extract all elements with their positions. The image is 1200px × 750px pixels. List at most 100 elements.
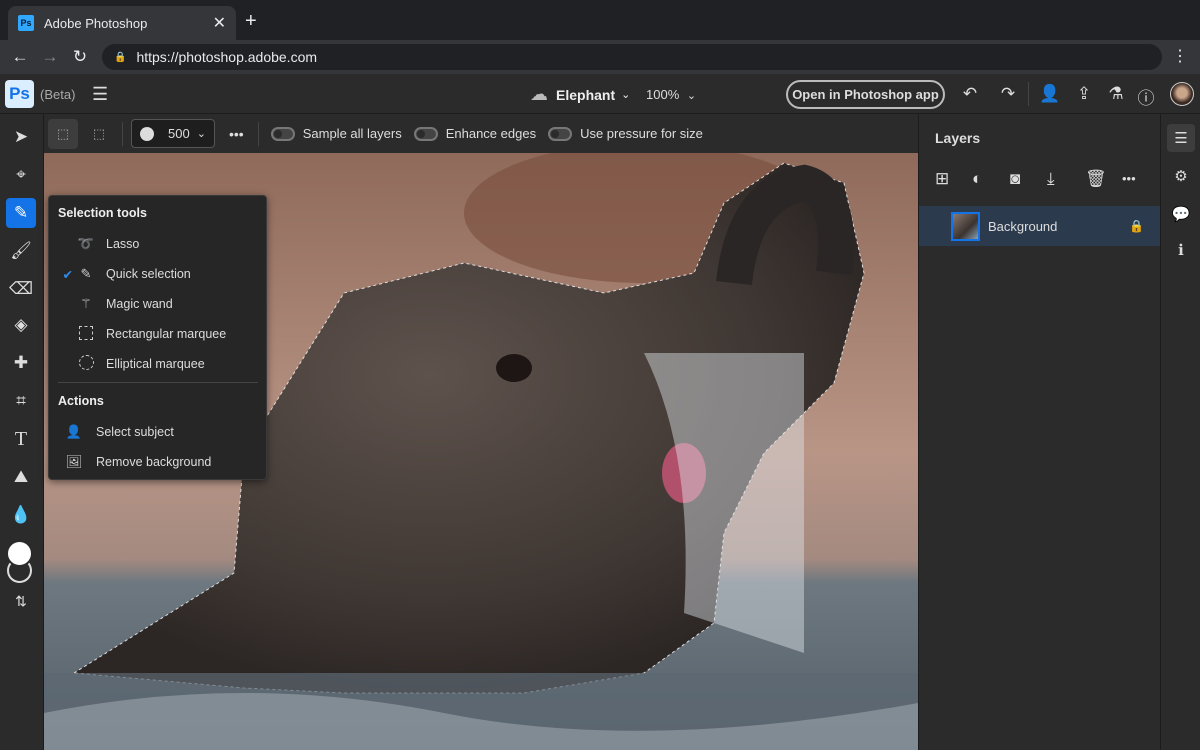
menu-item-magic-wand[interactable]: ⚚ Magic wand <box>49 290 268 318</box>
eraser-tool-icon[interactable]: ⌫ <box>6 274 36 304</box>
menu-item-rectangular-marquee[interactable]: Rectangular marquee <box>49 320 268 348</box>
url-field[interactable]: 🔒 https://photoshop.adobe.com <box>102 44 1162 70</box>
photoshop-favicon: Ps <box>18 15 34 31</box>
properties-panel-icon[interactable]: ⚙ <box>1167 162 1195 190</box>
browser-tab[interactable]: Ps Adobe Photoshop ✕ <box>8 6 236 40</box>
brush-tip-icon <box>140 126 154 141</box>
redo-icon[interactable]: ↷ <box>996 84 1020 104</box>
address-bar-row: ← → ↻ 🔒 https://photoshop.adobe.com ⋮ <box>0 40 1200 74</box>
menu-item-label: Select subject <box>96 425 174 439</box>
clipping-mask-icon[interactable]: ⤓ <box>1047 169 1055 189</box>
chevron-down-icon: ⌄ <box>196 128 206 140</box>
brush-tool-icon[interactable]: 🖌 <box>6 236 36 266</box>
zoom-dropdown[interactable]: 100% ⌄ <box>646 87 696 102</box>
lasso-icon: ➰ <box>77 236 95 251</box>
magic-wand-icon: ⚚ <box>80 296 92 311</box>
sample-all-layers-toggle[interactable] <box>270 126 295 141</box>
selection-tools-flyout: Selection tools ➰ Lasso ✔ ✎ Quick selection… <box>48 195 267 480</box>
zoom-value: 100% <box>646 87 680 102</box>
menu-item-lasso[interactable]: ➰ Lasso <box>49 230 268 258</box>
rectangular-marquee-icon <box>77 325 95 343</box>
adjustment-layer-icon[interactable]: ◐ <box>972 169 982 189</box>
user-avatar[interactable] <box>1170 82 1194 106</box>
layer-thumbnail <box>951 211 980 241</box>
add-image-tool-icon[interactable]: ⛰ <box>6 462 36 492</box>
menu-item-label: Lasso <box>106 237 140 251</box>
move-tool-icon[interactable]: ➤ <box>6 122 36 152</box>
tab-title: Adobe Photoshop <box>44 15 148 31</box>
enhance-edges-toggle[interactable] <box>413 126 438 141</box>
action-remove-background[interactable]: 🖼 Remove background <box>49 448 268 476</box>
more-options-icon[interactable]: ••• <box>229 126 244 142</box>
hamburger-menu-icon[interactable]: ☰ <box>92 84 108 105</box>
paint-bucket-tool-icon[interactable]: ◈ <box>6 310 36 340</box>
chevron-down-icon: ⌄ <box>686 90 697 102</box>
new-tab-icon[interactable]: + <box>245 10 257 33</box>
add-mask-icon[interactable]: ◙ <box>1010 169 1020 189</box>
healing-brush-tool-icon[interactable]: ✚ <box>6 348 36 378</box>
left-toolbar: ➤ ⌖ ✎ 🖌 ⌫ ◈ ✚ ⌗ T ⛰ 💧 ⇅ <box>0 114 44 750</box>
menu-item-elliptical-marquee[interactable]: Elliptical marquee <box>49 350 268 378</box>
undo-icon[interactable]: ↶ <box>958 84 982 104</box>
menu-item-label: Elliptical marquee <box>106 357 205 371</box>
divider <box>58 382 258 383</box>
close-tab-icon[interactable]: ✕ <box>213 13 226 33</box>
use-pressure-toggle[interactable] <box>548 126 573 141</box>
brush-size-value: 500 <box>168 126 190 141</box>
reload-icon[interactable]: ↻ <box>65 47 95 67</box>
forward-icon[interactable]: → <box>35 47 65 67</box>
divider <box>1028 82 1029 106</box>
swap-colors-icon[interactable]: ⇅ <box>6 586 36 616</box>
quick-selection-tool-icon[interactable]: ✎ <box>6 198 36 228</box>
info-panel-icon[interactable]: ℹ <box>1167 236 1195 264</box>
brush-size-dropdown[interactable]: 500 ⌄ <box>131 119 215 148</box>
add-layer-icon[interactable]: ⊞ <box>935 169 949 189</box>
crop-tool-icon[interactable]: ⌗ <box>6 386 36 416</box>
layers-panel: Layers ⊞ ◐ ◙ ⤓ 🗑 ••• Background 🔒 <box>918 114 1160 750</box>
help-icon[interactable]: ⓘ <box>1134 84 1158 109</box>
menu-item-label: Magic wand <box>106 297 173 311</box>
menu-item-label: Remove background <box>96 455 212 469</box>
tool-options-bar: ⬚ ⬚ 500 ⌄ ••• Sample all layers Enhance … <box>44 114 918 153</box>
delete-layer-icon[interactable]: 🗑 <box>1085 169 1107 189</box>
action-select-subject[interactable]: 👤 Select subject <box>49 418 268 446</box>
selection-tools-heading: Selection tools <box>58 206 147 220</box>
share-icon[interactable]: ⇪ <box>1072 84 1096 104</box>
document-name: Elephant <box>556 86 616 103</box>
beta-label: (Beta) <box>40 87 76 102</box>
use-pressure-label: Use pressure for size <box>580 126 703 141</box>
remove-background-icon: 🖼 <box>65 454 83 469</box>
quick-selection-icon: ✎ <box>80 266 92 281</box>
layers-panel-title: Layers <box>935 130 981 146</box>
chevron-down-icon: ⌄ <box>621 89 631 101</box>
lock-icon[interactable]: 🔒 <box>1129 219 1144 233</box>
layer-more-options-icon[interactable]: ••• <box>1122 171 1136 186</box>
open-in-photoshop-app-button[interactable]: Open in Photoshop app <box>786 80 945 109</box>
elliptical-marquee-icon <box>77 355 95 373</box>
invite-user-icon[interactable]: 👤 <box>1038 84 1062 104</box>
menu-item-quick-selection[interactable]: ✔ ✎ Quick selection <box>49 260 268 288</box>
checkmark-icon: ✔ <box>62 267 73 282</box>
back-icon[interactable]: ← <box>5 47 35 67</box>
menu-item-label: Quick selection <box>106 267 191 281</box>
divider <box>257 121 259 146</box>
cloud-icon: ☁ <box>530 84 548 104</box>
browser-tab-bar: Ps Adobe Photoshop ✕ + <box>0 0 1200 40</box>
add-to-selection-icon[interactable]: ⬚ <box>48 118 78 149</box>
photoshop-logo[interactable]: Ps <box>5 80 34 108</box>
layer-name: Background <box>988 218 1058 234</box>
subtract-from-selection-icon[interactable]: ⬚ <box>84 119 114 149</box>
foreground-color-swatch[interactable] <box>6 540 33 567</box>
layer-row-background[interactable]: Background 🔒 <box>919 206 1160 246</box>
document-title[interactable]: ☁ Elephant ⌄ <box>530 84 630 105</box>
eyedropper-tool-icon[interactable]: 💧 <box>6 500 36 530</box>
layers-panel-icon[interactable]: ☰ <box>1167 124 1195 152</box>
browser-menu-icon[interactable]: ⋮ <box>1172 46 1188 66</box>
actions-heading: Actions <box>58 394 104 408</box>
divider <box>122 121 123 146</box>
comments-panel-icon[interactable]: 💬 <box>1167 200 1195 228</box>
type-tool-icon[interactable]: T <box>6 424 36 454</box>
transform-tool-icon[interactable]: ⌖ <box>6 160 36 190</box>
beta-lab-flask-icon[interactable]: ⚗ <box>1104 84 1128 104</box>
sample-all-layers-label: Sample all layers <box>302 126 402 141</box>
